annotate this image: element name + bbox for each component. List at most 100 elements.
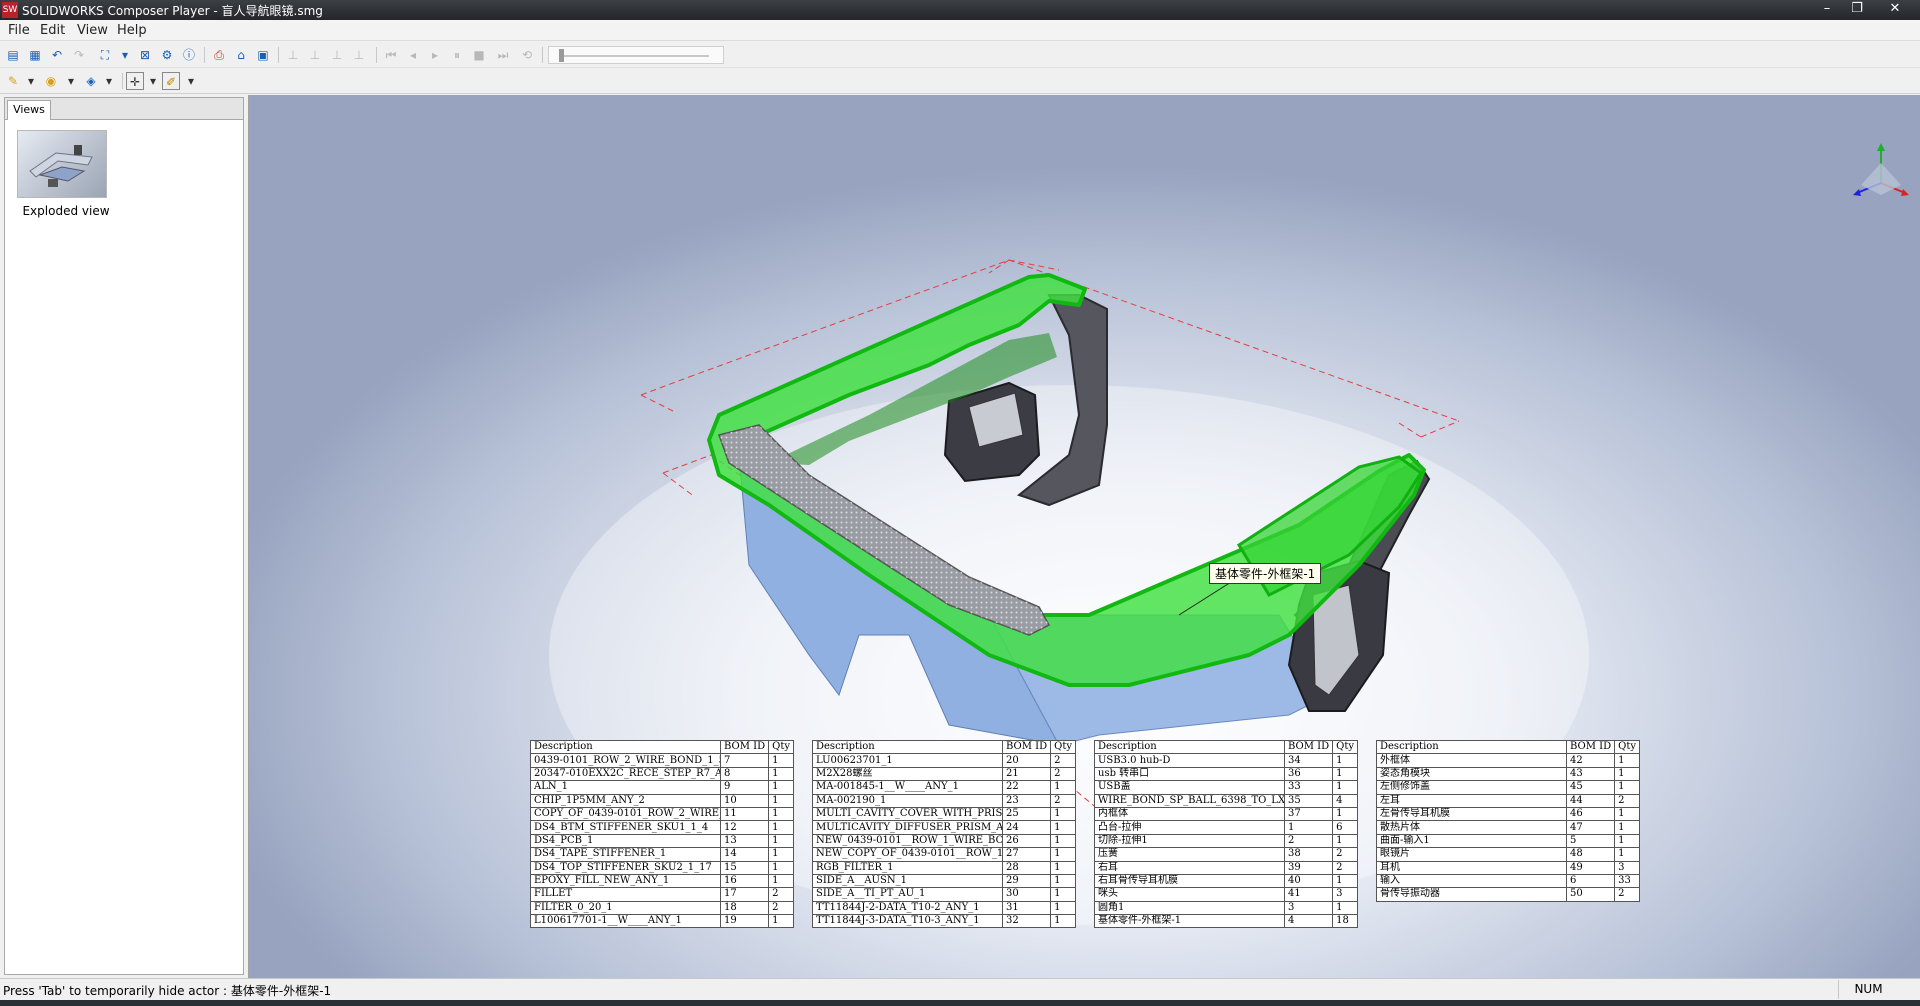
orbit-icon[interactable]: ◉ [42, 72, 60, 90]
bom-row[interactable]: COPY_OF_0439-0101_ROW_2_WIRE_BO 11 1 [530, 806, 794, 822]
bom-row[interactable]: 曲面-输入1 5 1 [1376, 833, 1640, 849]
bom-row[interactable]: CHIP_1P5MM_ANY_2 10 1 [530, 793, 794, 808]
bom-row[interactable]: RGB_FILTER_1 28 1 [812, 860, 1076, 875]
bom-row[interactable]: EPOXY_FILL_NEW_ANY_1 16 1 [530, 873, 794, 889]
refresh-icon[interactable]: ⊠ [136, 46, 154, 64]
3d-viewport[interactable] [248, 95, 1920, 978]
prev-frame-icon[interactable]: ◂ [404, 46, 422, 64]
bom-row[interactable]: 骨传导振动器 50 2 [1376, 887, 1640, 902]
pause-icon[interactable]: ⏸ [448, 46, 466, 64]
dropdown-icon[interactable]: ▾ [22, 72, 40, 90]
bom-row[interactable]: LU00623701_1 20 2 [812, 753, 1076, 768]
step-icon[interactable]: ⊥ [306, 46, 324, 64]
dropdown-icon[interactable]: ▾ [182, 72, 200, 90]
bom-row[interactable]: 眼镜片 48 1 [1376, 847, 1640, 862]
glasses-model[interactable] [249, 95, 1920, 978]
maximize-button[interactable]: ❐ [1842, 0, 1872, 18]
bom-row[interactable]: NEW_0439-0101__ROW_1_WIRE_BOND 26 1 [812, 833, 1076, 849]
bom-row[interactable]: 输入 6 33 [1376, 873, 1640, 889]
bom-row[interactable]: 基体零件-外框架-1 4 18 [1094, 914, 1358, 929]
bom-row[interactable]: 压簧 38 2 [1094, 847, 1358, 862]
bom-row[interactable]: SIDE_A__TI_PT_AU_1 30 1 [812, 887, 1076, 902]
bom-row[interactable]: MULTICAVITY_DIFFUSER_PRISM_AND_241 [812, 820, 1076, 835]
bom-row[interactable]: FILTER_0_20_1 18 2 [530, 900, 794, 916]
menu-view[interactable]: View [77, 23, 108, 38]
pan-icon[interactable]: ✛ [126, 72, 144, 90]
close-button[interactable]: ✕ [1880, 0, 1910, 18]
bom-row[interactable]: 外框体 42 1 [1376, 753, 1640, 768]
bom-row[interactable]: 凸台-拉伸 1 6 [1094, 820, 1358, 835]
bom-row[interactable]: 右耳骨传导耳机膜 40 1 [1094, 873, 1358, 889]
minimize-button[interactable]: – [1812, 0, 1842, 18]
bom-row[interactable]: MA-001845-1__W____ANY_1 22 1 [812, 780, 1076, 795]
redo-icon[interactable]: ↷ [70, 46, 88, 64]
pencil-icon[interactable]: ✐ [162, 72, 180, 90]
bom-row[interactable]: 20347-010EXX2C_RECE_STEP_R7_ALL 8 1 [530, 766, 794, 782]
properties-icon[interactable]: ▣ [254, 46, 272, 64]
bom-row[interactable]: NEW_COPY_OF_0439-0101__ROW_1_WI 27 1 [812, 847, 1076, 862]
stop-icon[interactable]: ■ [470, 46, 488, 64]
bom-row[interactable]: 切除-拉伸1 2 1 [1094, 833, 1358, 849]
bom-row[interactable]: WIRE_BOND_SP_BALL_6398_TO_LX_AN354 [1094, 793, 1358, 808]
first-frame-icon[interactable]: ⏮ [382, 46, 400, 64]
bom-row[interactable]: 内框体 37 1 [1094, 806, 1358, 822]
bom-row[interactable]: 咪头 41 3 [1094, 887, 1358, 902]
bom-row[interactable]: DS4_PCB_1 13 1 [530, 833, 794, 849]
dropdown-icon[interactable]: ▾ [144, 72, 162, 90]
timeline-thumb[interactable] [559, 49, 564, 62]
open-icon[interactable]: ▤ [4, 46, 22, 64]
bom-row[interactable]: 左耳 44 2 [1376, 793, 1640, 808]
highlight-icon[interactable]: ✎ [4, 72, 22, 90]
step-icon[interactable]: ⊥ [328, 46, 346, 64]
dropdown-icon[interactable]: ▾ [62, 72, 80, 90]
bom-row[interactable]: L100617701-1__W____ANY_1 19 1 [530, 914, 794, 929]
loop-icon[interactable]: ⟲ [518, 46, 536, 64]
bom-row[interactable]: 0439-0101_ROW_2_WIRE_BOND_1_5_M 7 1 [530, 753, 794, 768]
actor-callout-label[interactable]: 基体零件-外框架-1 [1209, 563, 1322, 584]
bom-row[interactable]: 左骨传导耳机膜 46 1 [1376, 806, 1640, 822]
orientation-triad-icon[interactable] [1853, 143, 1909, 196]
bom-row[interactable]: MA-002190_1 23 2 [812, 793, 1076, 808]
print-icon[interactable]: ⎙ [210, 46, 228, 64]
bom-row[interactable]: 耳机 49 3 [1376, 860, 1640, 875]
undo-icon[interactable]: ↶ [48, 46, 66, 64]
dropdown-icon[interactable]: ▾ [116, 46, 134, 64]
step-icon[interactable]: ⊥ [350, 46, 368, 64]
zoom-fit-icon[interactable]: ⛶ [96, 46, 114, 64]
bom-row[interactable]: FILLET 17 2 [530, 887, 794, 902]
bom-row[interactable]: TT11844J-3-DATA_T10-3_ANY_1 32 1 [812, 914, 1076, 929]
view-label-exploded[interactable]: Exploded view [11, 204, 121, 218]
bom-row[interactable]: 圆角1 3 1 [1094, 900, 1358, 916]
step-icon[interactable]: ⊥ [284, 46, 302, 64]
menu-file[interactable]: File [8, 23, 30, 38]
dropdown-icon[interactable]: ▾ [100, 72, 118, 90]
menu-help[interactable]: Help [117, 23, 147, 38]
bom-row[interactable]: 姿态角模块 43 1 [1376, 766, 1640, 782]
bom-row[interactable]: DS4_TOP_STIFFENER_SKU2_1_17 15 1 [530, 860, 794, 875]
bom-row[interactable]: SIDE_A__AUSN_1 29 1 [812, 873, 1076, 889]
settings-icon[interactable]: ⚙ [158, 46, 176, 64]
home-icon[interactable]: ⌂ [232, 46, 250, 64]
menu-edit[interactable]: Edit [40, 23, 65, 38]
bom-row[interactable]: 左侧修饰盖 45 1 [1376, 780, 1640, 795]
info-icon[interactable]: ⓘ [180, 46, 198, 64]
tab-views[interactable]: Views [7, 100, 51, 120]
save-icon[interactable]: ▦ [26, 46, 44, 64]
bom-row[interactable]: ALN_1 9 1 [530, 780, 794, 795]
bom-row[interactable]: USB3.0 hub-D 34 1 [1094, 753, 1358, 768]
bom-row[interactable]: DS4_TAPE_STIFFENER_1 14 1 [530, 847, 794, 862]
bom-row[interactable]: usb 转串口 36 1 [1094, 766, 1358, 782]
bom-row[interactable]: 散热片体 47 1 [1376, 820, 1640, 835]
timeline-slider[interactable] [548, 46, 724, 64]
bom-row[interactable]: M2X28螺丝 21 2 [812, 766, 1076, 782]
bom-row[interactable]: USB盖 33 1 [1094, 780, 1358, 795]
view-thumbnail-exploded[interactable] [17, 130, 107, 198]
bom-row[interactable]: DS4_BTM_STIFFENER_SKU1_1_4 12 1 [530, 820, 794, 835]
play-icon[interactable]: ▸ [426, 46, 444, 64]
shading-icon[interactable]: ◈ [82, 72, 100, 90]
bom-row[interactable]: 右耳 39 2 [1094, 860, 1358, 875]
toolbar-separator [204, 47, 205, 63]
last-frame-icon[interactable]: ⏭ [494, 46, 512, 64]
bom-row[interactable]: MULTI_CAVITY_COVER_WITH_PRISM_O251 [812, 806, 1076, 822]
bom-row[interactable]: TT11844J-2-DATA_T10-2_ANY_1 31 1 [812, 900, 1076, 916]
